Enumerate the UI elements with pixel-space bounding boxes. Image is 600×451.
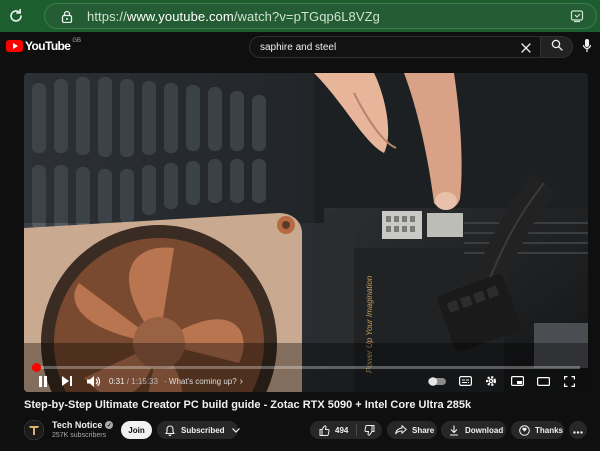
- download-button[interactable]: Download: [441, 421, 506, 439]
- join-button[interactable]: Join: [121, 421, 152, 439]
- thumbs-up-icon[interactable]: [319, 424, 330, 436]
- url-scheme: https://: [87, 8, 127, 24]
- address-bar[interactable]: https://www.youtube.com/watch?v=pTGqp6L8…: [44, 3, 597, 29]
- youtube-play-icon: [6, 40, 23, 52]
- share-icon: [395, 425, 407, 435]
- verified-icon: ✓: [105, 421, 114, 429]
- video-player[interactable]: Power Up Your Imagination 0:31 / 1:15:33…: [24, 73, 588, 392]
- youtube-header: YouTube GB saphire and steel: [0, 32, 600, 62]
- fullscreen-icon[interactable]: [560, 370, 578, 392]
- search-icon: [551, 38, 563, 56]
- miniplayer-icon[interactable]: [508, 370, 526, 392]
- thanks-button[interactable]: Thanks: [511, 421, 564, 439]
- channel-name-text: Tech Notice: [52, 420, 103, 430]
- like-divider: [356, 424, 358, 436]
- subscribed-button[interactable]: Subscribed: [157, 421, 240, 439]
- time-display: 0:31 / 1:15:33: [109, 370, 158, 392]
- autoplay-toggle-icon[interactable]: [427, 370, 447, 392]
- like-count[interactable]: 494: [335, 426, 348, 435]
- url-text: https://www.youtube.com/watch?v=pTGqp6L8…: [87, 9, 380, 24]
- share-button[interactable]: Share: [387, 421, 437, 439]
- video-frame: Power Up Your Imagination: [24, 73, 588, 392]
- url-path: /watch?v=pTGqp6L8VZg: [233, 8, 380, 24]
- chevron-right-icon: ›: [239, 375, 244, 387]
- url-host: www.youtube.com: [126, 8, 234, 24]
- lock-icon[interactable]: [55, 10, 79, 23]
- download-icon: [449, 425, 459, 436]
- reload-icon[interactable]: [0, 0, 32, 32]
- youtube-logo[interactable]: YouTube GB: [6, 38, 82, 53]
- channel-avatar[interactable]: [24, 420, 44, 440]
- like-dislike-group: 494: [310, 421, 382, 439]
- more-actions-button[interactable]: [569, 421, 587, 439]
- thanks-label: Thanks: [535, 425, 564, 435]
- logo-text: YouTube: [25, 39, 71, 53]
- next-icon[interactable]: [58, 370, 76, 392]
- volume-icon[interactable]: [84, 370, 102, 392]
- time-separator: /: [124, 376, 132, 386]
- gear-icon[interactable]: [482, 370, 500, 392]
- thumbs-down-icon[interactable]: [364, 424, 375, 436]
- search-button[interactable]: [541, 36, 573, 58]
- chevron-down-icon: [231, 427, 240, 433]
- subscribed-label: Subscribed: [181, 425, 225, 435]
- player-controls: 0:31 / 1:15:33 · What's coming up? ›: [24, 370, 588, 392]
- search-query: saphire and steel: [260, 41, 337, 53]
- chapter-title: · What's coming up?: [164, 376, 237, 386]
- pause-icon[interactable]: [34, 370, 52, 392]
- subtitles-icon[interactable]: [456, 370, 474, 392]
- download-label: Download: [465, 425, 504, 435]
- duration: 1:15:33: [131, 376, 158, 386]
- channel-name[interactable]: Tech Notice ✓: [52, 420, 114, 430]
- chapter-button[interactable]: · What's coming up? ›: [164, 370, 243, 392]
- bell-icon: [165, 424, 175, 436]
- search-input[interactable]: saphire and steel: [249, 36, 541, 58]
- video-title: Step-by-Step Ultimate Creator PC build g…: [24, 399, 472, 411]
- join-label: Join: [128, 425, 145, 435]
- region-code: GB: [72, 38, 82, 44]
- browser-toolbar: https://www.youtube.com/watch?v=pTGqp6L8…: [0, 0, 600, 32]
- thanks-icon: [519, 424, 530, 436]
- more-icon: [573, 421, 583, 439]
- mic-icon[interactable]: [582, 38, 592, 59]
- close-icon[interactable]: [520, 41, 532, 59]
- theater-icon[interactable]: [534, 370, 552, 392]
- current-time: 0:31: [109, 376, 125, 386]
- share-label: Share: [412, 425, 435, 435]
- subscriber-count: 257K subscribers: [52, 432, 107, 439]
- extension-icon[interactable]: [570, 9, 584, 28]
- progress-bar[interactable]: [31, 363, 580, 372]
